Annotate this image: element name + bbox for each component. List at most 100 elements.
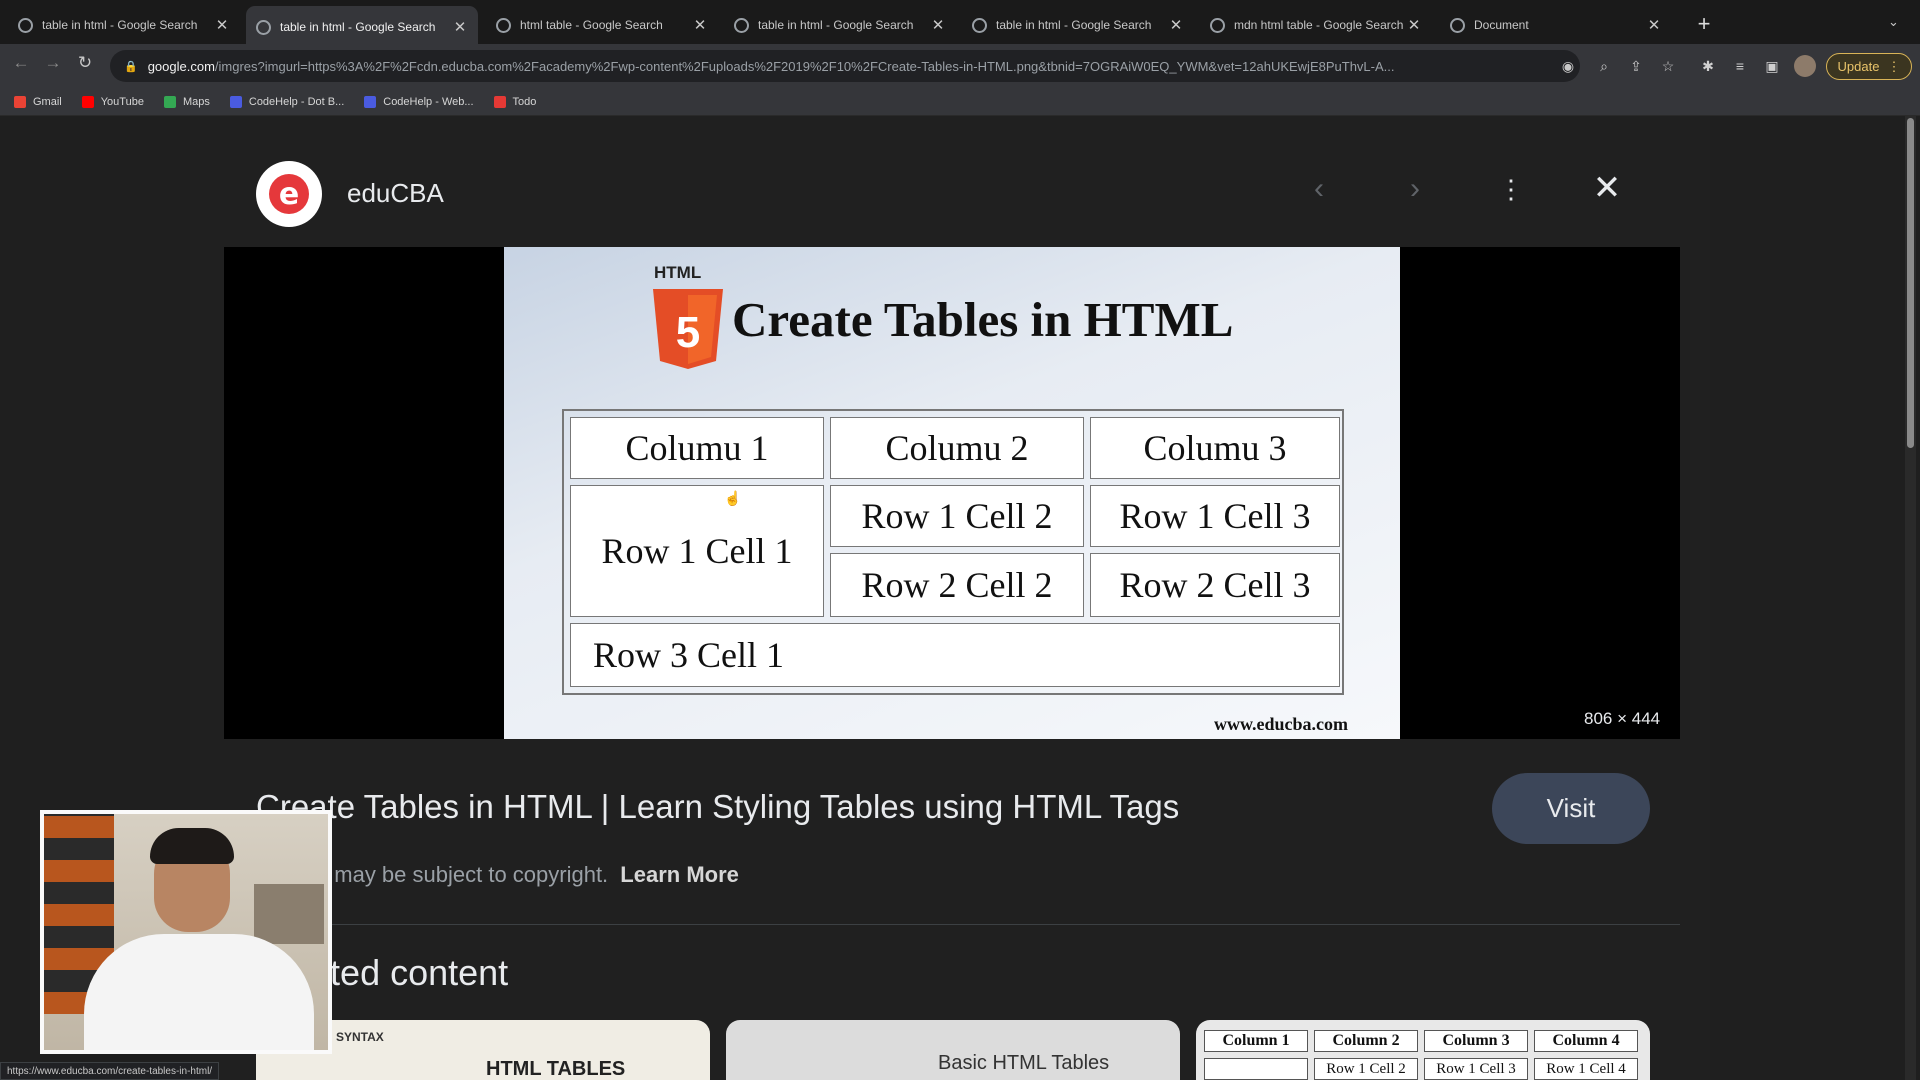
scrollbar-thumb[interactable]: [1907, 118, 1914, 448]
share-icon[interactable]: ⇪: [1628, 58, 1644, 74]
tab-title: html table - Google Search: [520, 18, 663, 32]
tab-title: mdn html table - Google Search: [1234, 18, 1404, 32]
google-favicon-icon: [256, 19, 271, 35]
mini-table-header: Column 3: [1424, 1030, 1528, 1052]
profile-avatar[interactable]: [1794, 55, 1816, 77]
youtube-icon: [81, 95, 94, 108]
html5-shield-icon: 5: [653, 289, 723, 369]
mini-table-cell: Row 1 Cell 2: [1314, 1058, 1418, 1080]
table-header-cell: Columu 1: [570, 417, 824, 479]
update-button[interactable]: Update ⋮: [1826, 53, 1912, 80]
mini-table-cell: Row 1 Cell 4: [1534, 1058, 1638, 1080]
mini-table-cell: Row 1 Cell 3: [1424, 1058, 1528, 1080]
tab-title: table in html - Google Search: [996, 18, 1152, 32]
maps-icon: [163, 95, 176, 108]
tab-title: table in html - Google Search: [758, 18, 914, 32]
tab[interactable]: html table - Google Search ✕: [486, 8, 718, 42]
url-domain: google.com: [147, 58, 215, 74]
bookmark-label: YouTube: [100, 95, 144, 108]
close-viewer-icon[interactable]: ✕: [1592, 168, 1622, 208]
side-panel-icon[interactable]: ▣: [1764, 58, 1780, 74]
bookmark-gmail[interactable]: Gmail: [14, 95, 62, 108]
extensions-puzzle-icon[interactable]: ✱: [1700, 58, 1716, 74]
update-label: Update: [1837, 59, 1880, 74]
new-tab-icon[interactable]: +: [1692, 11, 1716, 37]
card-title: Basic HTML Tables: [938, 1052, 1110, 1074]
tab[interactable]: mdn html table - Google Search ✕: [1200, 8, 1432, 42]
related-card[interactable]: Column 1 Column 2 Column 3 Column 4 Row …: [1196, 1020, 1650, 1080]
wall-frames: [254, 884, 324, 944]
tab-close-icon[interactable]: ✕: [692, 16, 708, 34]
table-header-cell: Columu 2: [830, 417, 1084, 479]
html-label: HTML: [654, 263, 702, 282]
reload-icon[interactable]: ↻: [74, 53, 96, 73]
table-header-cell: Columu 3: [1090, 417, 1340, 479]
tab-close-icon[interactable]: ✕: [214, 16, 230, 34]
tab-title: table in html - Google Search: [280, 20, 436, 34]
preview-title: Create Tables in HTML: [732, 292, 1234, 347]
next-image-icon[interactable]: ›: [1400, 172, 1430, 206]
bookmark-codehelp-dot[interactable]: CodeHelp - Dot B...: [229, 95, 345, 108]
bookmark-youtube[interactable]: YouTube: [81, 95, 144, 108]
tab-close-icon[interactable]: ✕: [1168, 16, 1184, 34]
more-options-icon[interactable]: ⋮: [1496, 174, 1526, 205]
previous-image-icon[interactable]: ‹: [1304, 172, 1334, 206]
related-card[interactable]: Basic HTML Tables: [726, 1020, 1180, 1080]
bookmark-codehelp-web[interactable]: CodeHelp - Web...: [364, 95, 474, 108]
presenter-shirt: [84, 934, 314, 1050]
mini-table-header: Column 1: [1204, 1030, 1308, 1052]
learn-more-link[interactable]: Learn More: [620, 862, 739, 887]
codehelp-icon: [364, 95, 377, 108]
bookmark-label: Maps: [182, 95, 210, 108]
visit-button[interactable]: Visit: [1492, 773, 1650, 844]
section-divider: [256, 924, 1680, 925]
bookmark-maps[interactable]: Maps: [163, 95, 210, 108]
tab-close-icon[interactable]: ✕: [452, 18, 468, 36]
mini-table-header: Column 2: [1314, 1030, 1418, 1052]
mini-table-cell: [1204, 1058, 1308, 1080]
tab[interactable]: table in html - Google Search ✕: [724, 8, 956, 42]
zoom-icon[interactable]: ⌕: [1596, 58, 1612, 74]
tab-close-icon[interactable]: ✕: [930, 16, 946, 34]
tab[interactable]: Document ✕: [1440, 8, 1672, 42]
globe-favicon-icon: [1450, 17, 1465, 33]
tab[interactable]: table in html - Google Search ✕: [8, 8, 240, 42]
bookmark-label: CodeHelp - Web...: [383, 95, 474, 108]
educba-logo-icon: e: [269, 174, 309, 214]
media-controls-icon[interactable]: ≡: [1732, 58, 1748, 74]
bookmark-star-icon[interactable]: ☆: [1660, 58, 1676, 74]
tab[interactable]: table in html - Google Search ✕: [962, 8, 1194, 42]
tab-close-icon[interactable]: ✕: [1406, 16, 1422, 34]
tab-strip: table in html - Google Search ✕ table in…: [0, 0, 1920, 48]
google-favicon-icon: [18, 17, 33, 33]
card-label: SYNTAX: [336, 1030, 384, 1044]
tab-close-icon[interactable]: ✕: [1646, 16, 1662, 34]
forward-icon[interactable]: →: [42, 53, 64, 73]
browser-toolbar: ← → ↻ 🔒 google.com /imgres?imgurl=https%…: [0, 44, 1920, 88]
tab-title: Document: [1474, 18, 1529, 32]
bookmark-label: CodeHelp - Dot B...: [248, 95, 345, 108]
tab-active[interactable]: table in html - Google Search ✕: [246, 6, 478, 48]
webcam-overlay: [40, 810, 332, 1054]
source-logo[interactable]: e: [256, 161, 322, 227]
mouse-cursor-icon: ☝: [724, 492, 742, 507]
bookmark-todo[interactable]: Todo: [493, 95, 536, 108]
google-favicon-icon: [496, 17, 511, 33]
table-cell: Row 1 Cell 2: [830, 485, 1084, 547]
gmail-icon: [14, 95, 26, 108]
lock-icon: 🔒: [124, 60, 138, 73]
bookmarks-bar: Gmail YouTube Maps CodeHelp - Dot B... C…: [0, 88, 1920, 116]
tab-search-chevron-icon[interactable]: ⌄: [1888, 14, 1899, 30]
address-bar[interactable]: 🔒 google.com /imgres?imgurl=https%3A%2F%…: [110, 50, 1580, 82]
presenter-hair: [150, 828, 234, 864]
table-cell: Row 2 Cell 2: [830, 553, 1084, 617]
google-lens-icon[interactable]: ◉: [1560, 58, 1576, 74]
result-title[interactable]: Create Tables in HTML | Learn Styling Ta…: [256, 788, 1179, 826]
demo-table: Columu 1 Columu 2 Columu 3 Row 1 Cell 1 …: [562, 409, 1344, 695]
source-name[interactable]: eduCBA: [347, 178, 444, 209]
preview-image[interactable]: HTML 5 Create Tables in HTML Columu 1 Co…: [504, 247, 1400, 739]
google-favicon-icon: [972, 17, 987, 33]
google-favicon-icon: [734, 17, 749, 33]
image-dimensions: 806 × 444: [1584, 709, 1661, 728]
back-icon[interactable]: ←: [10, 53, 32, 73]
